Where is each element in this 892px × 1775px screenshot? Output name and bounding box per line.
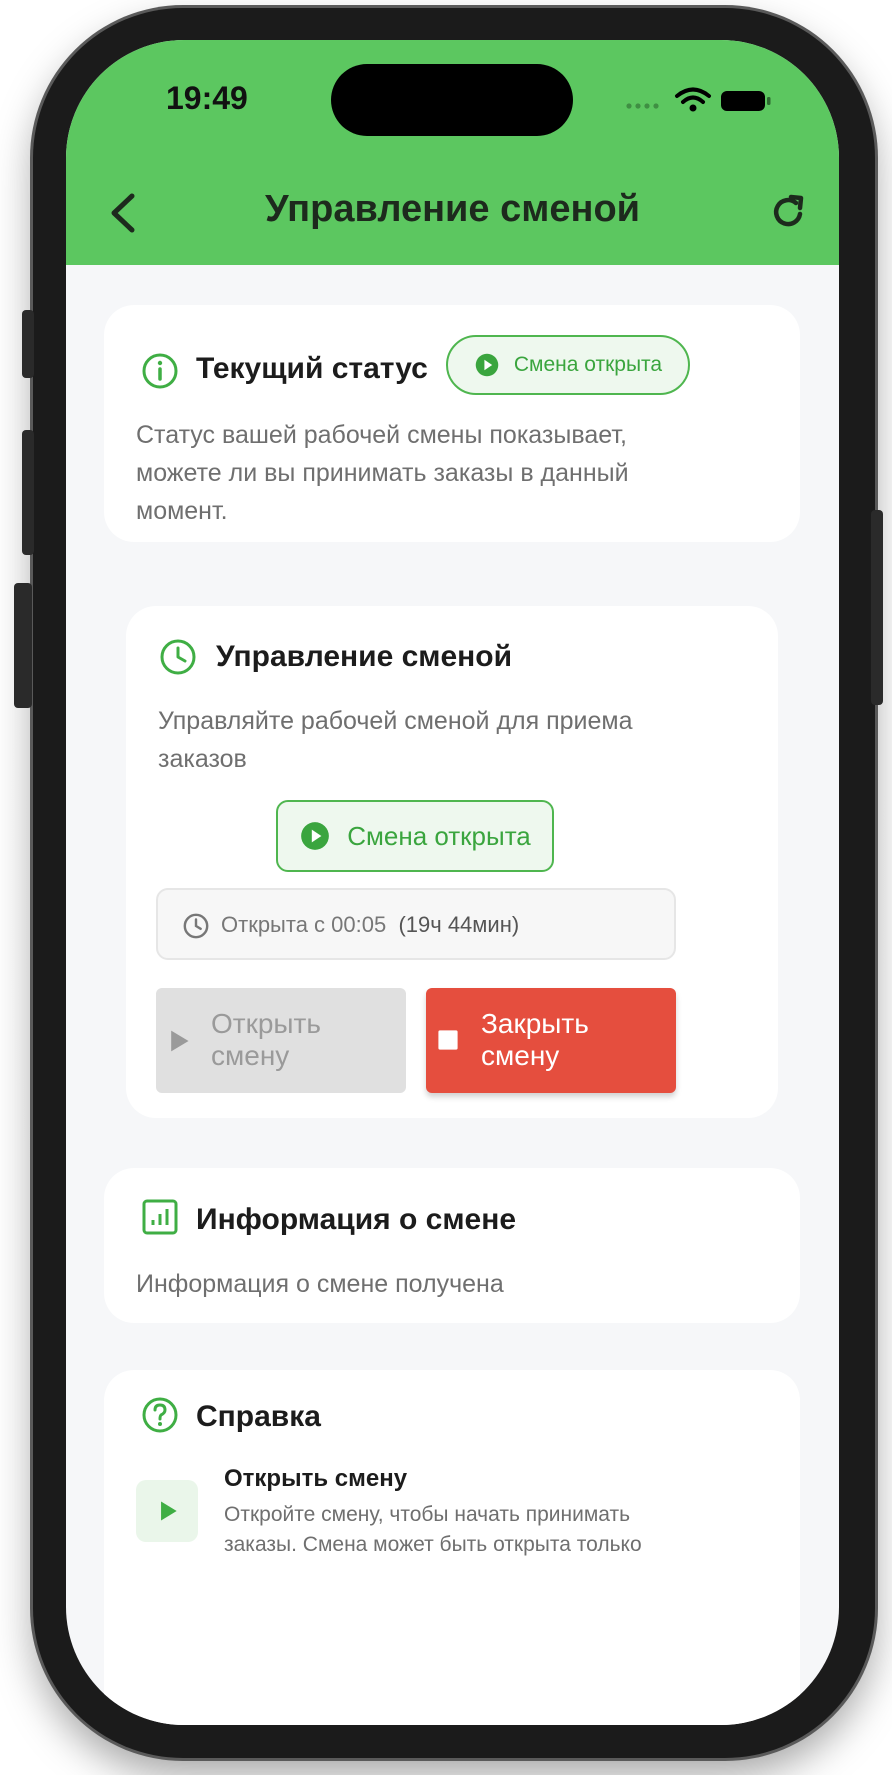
open-shift-button[interactable]: Открыть смену	[156, 988, 406, 1093]
play-icon	[475, 353, 499, 377]
shift-card-description: Управляйте рабочей сменой для приема зак…	[158, 707, 633, 773]
signal-icon	[626, 103, 659, 109]
clock-icon	[183, 913, 209, 939]
help-card-title: Справка	[196, 1400, 321, 1433]
chart-icon	[142, 1199, 178, 1235]
shift-time-text: Открыта с 00:05 (19ч 44мин)	[221, 912, 519, 938]
shift-duration: (19ч 44мин)	[398, 912, 520, 937]
side-button-volume-up	[22, 430, 34, 555]
shift-status-badge: Смена открыта	[276, 800, 554, 872]
status-badge: Смена открыта	[446, 335, 690, 395]
open-shift-label: Открыть смену	[211, 1008, 321, 1071]
shift-status-badge-label: Смена открыта	[347, 820, 531, 851]
wifi-icon	[675, 87, 711, 104]
close-shift-label: Закрыть смену	[481, 1008, 589, 1071]
phone-screen: 19:49 Управление сменой Текущий статус С…	[66, 40, 839, 1725]
clock-icon	[160, 639, 196, 675]
status-card-title: Текущий статус	[196, 352, 428, 385]
play-icon	[161, 1501, 177, 1521]
refresh-icon[interactable]	[769, 192, 809, 232]
dynamic-island	[331, 64, 573, 136]
app-header: 19:49 Управление сменой	[66, 40, 839, 265]
close-shift-button[interactable]: Закрыть смену	[426, 988, 676, 1093]
opened-since: Открыта с 00:05	[221, 912, 387, 937]
shift-card-title: Управление сменой	[216, 640, 513, 673]
help-item-title: Открыть смену	[224, 1465, 408, 1492]
play-icon	[301, 822, 330, 850]
info-icon	[142, 353, 178, 389]
info-card-text: Информация о смене получена	[136, 1270, 504, 1298]
status-icons	[626, 87, 771, 112]
help-item-icon-box	[136, 1480, 198, 1542]
info-card-title: Информация о смене	[196, 1203, 517, 1236]
stop-icon	[438, 1030, 458, 1050]
help-item-text: Откройте смену, чтобы начать принимать з…	[224, 1503, 642, 1556]
help-icon	[142, 1397, 178, 1433]
page-title: Управление сменой	[264, 188, 641, 230]
status-badge-label: Смена открыта	[513, 353, 663, 376]
side-button-power	[871, 510, 883, 705]
status-card-description: Статус вашей рабочей смены показывает, м…	[136, 421, 629, 525]
status-time: 19:49	[166, 80, 248, 116]
play-icon	[171, 1030, 189, 1052]
side-button-mute	[22, 310, 34, 378]
battery-icon	[721, 91, 771, 111]
shift-time-box: Открыта с 00:05 (19ч 44мин)	[156, 888, 676, 960]
side-button-volume-down	[14, 583, 32, 708]
